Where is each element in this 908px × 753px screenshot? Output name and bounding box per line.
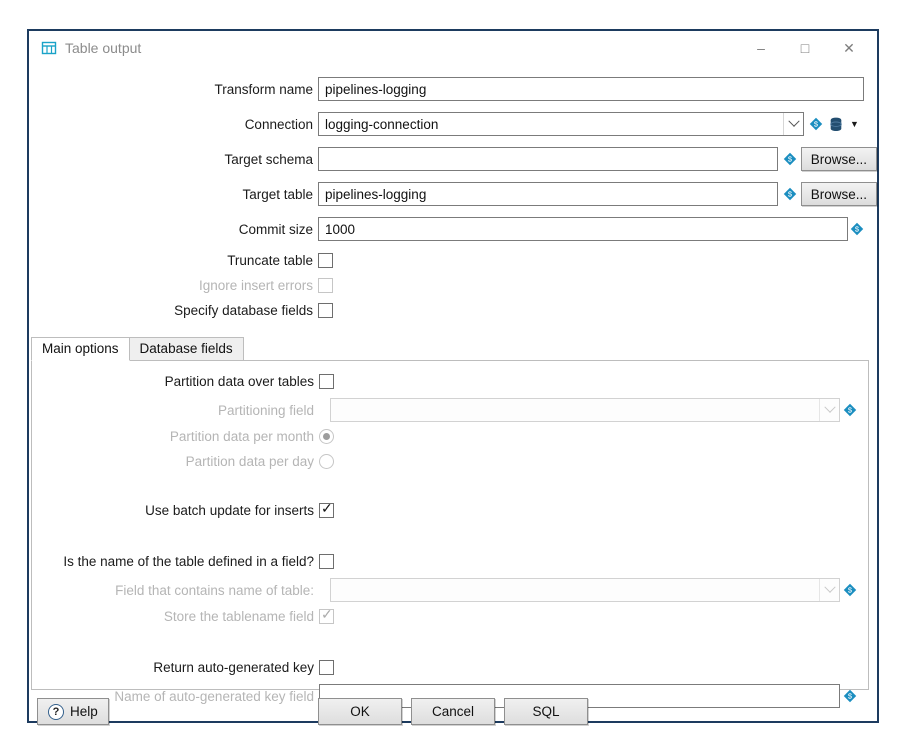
batch-update-row: Use batch update for inserts [32,502,868,519]
partition-month-label: Partition data per month [32,429,319,444]
tab-strip: Main options Database fields [31,337,869,361]
target-schema-row: Target schema $ Browse... [29,147,877,171]
cancel-button[interactable]: Cancel [411,698,495,725]
tab-main-options[interactable]: Main options [31,337,130,361]
chevron-down-icon [819,399,839,421]
batch-update-checkbox[interactable] [319,503,334,518]
help-button[interactable]: ? Help [37,698,109,725]
variable-icon: $ [843,403,857,417]
browse-table-button[interactable]: Browse... [801,182,877,206]
store-tablename-label: Store the tablename field [32,609,319,624]
partitioning-field-row: Partitioning field $ [32,398,868,422]
ignore-insert-errors-row: Ignore insert errors [29,277,877,294]
variable-icon: $ [783,187,797,201]
partition-month-radio [319,429,334,444]
commit-size-row: Commit size $ [29,217,877,241]
chevron-down-icon[interactable] [783,113,803,135]
target-table-input[interactable] [318,182,778,206]
connection-value: logging-connection [319,117,783,132]
variable-icon: $ [809,117,823,131]
ignore-insert-errors-label: Ignore insert errors [29,278,318,293]
tab-database-fields[interactable]: Database fields [130,337,244,361]
truncate-table-checkbox[interactable] [318,253,333,268]
field-with-table-name-row: Field that contains name of table: $ [32,578,868,602]
specify-database-fields-checkbox[interactable] [318,303,333,318]
table-name-in-field-label: Is the name of the table defined in a fi… [32,554,319,569]
variable-icon: $ [843,583,857,597]
connection-combo[interactable]: logging-connection [318,112,804,136]
help-button-label: Help [70,704,98,719]
chevron-down-icon [819,579,839,601]
transform-name-label: Transform name [29,82,318,97]
connection-label: Connection [29,117,318,132]
field-with-table-name-label: Field that contains name of table: [32,583,319,598]
specify-database-fields-label: Specify database fields [29,303,318,318]
action-buttons: OK Cancel SQL [318,698,588,725]
tab-folder: Main options Database fields Partition d… [31,337,869,690]
connection-options-dropdown-icon[interactable]: ▼ [850,120,859,129]
partitioning-field-combo [330,398,840,422]
table-name-in-field-checkbox[interactable] [319,554,334,569]
table-output-icon [41,40,57,56]
form-area: Transform name Connection logging-connec… [29,65,877,319]
partition-row: Partition data over tables [32,373,868,390]
window-title: Table output [65,40,739,56]
field-with-table-name-combo [330,578,840,602]
database-icon[interactable] [829,117,843,132]
return-auto-key-checkbox[interactable] [319,660,334,675]
truncate-table-label: Truncate table [29,253,318,268]
ignore-insert-errors-checkbox [318,278,333,293]
store-tablename-checkbox [319,609,334,624]
batch-update-label: Use batch update for inserts [32,503,319,518]
titlebar[interactable]: Table output – □ ✕ [29,31,877,65]
target-table-row: Target table $ Browse... [29,182,877,206]
connection-row: Connection logging-connection $ ▼ [29,112,877,136]
partition-checkbox[interactable] [319,374,334,389]
commit-size-label: Commit size [29,222,318,237]
specify-database-fields-row: Specify database fields [29,302,877,319]
browse-schema-button[interactable]: Browse... [801,147,877,171]
table-output-dialog: Table output – □ ✕ Transform name Connec… [27,29,879,723]
partition-day-radio [319,454,334,469]
partition-month-row: Partition data per month [32,428,868,445]
commit-size-input[interactable] [318,217,848,241]
partition-label: Partition data over tables [32,374,319,389]
transform-name-row: Transform name [29,77,877,101]
truncate-table-row: Truncate table [29,252,877,269]
return-auto-key-row: Return auto-generated key [32,659,868,676]
footer: ? Help OK Cancel SQL [37,698,869,726]
minimize-button[interactable]: – [739,31,783,65]
return-auto-key-label: Return auto-generated key [32,660,319,675]
main-options-panel: Partition data over tables Partitioning … [31,360,869,690]
ok-button[interactable]: OK [318,698,402,725]
table-name-in-field-row: Is the name of the table defined in a fi… [32,553,868,570]
partition-day-label: Partition data per day [32,454,319,469]
close-button[interactable]: ✕ [827,31,871,65]
variable-icon: $ [783,152,797,166]
transform-name-input[interactable] [318,77,864,101]
target-table-label: Target table [29,187,318,202]
partition-day-row: Partition data per day [32,453,868,470]
store-tablename-row: Store the tablename field [32,608,868,625]
partitioning-field-label: Partitioning field [32,403,319,418]
maximize-button[interactable]: □ [783,31,827,65]
sql-button[interactable]: SQL [504,698,588,725]
target-schema-label: Target schema [29,152,318,167]
help-icon: ? [48,704,64,720]
variable-icon: $ [850,222,864,236]
target-schema-input[interactable] [318,147,778,171]
